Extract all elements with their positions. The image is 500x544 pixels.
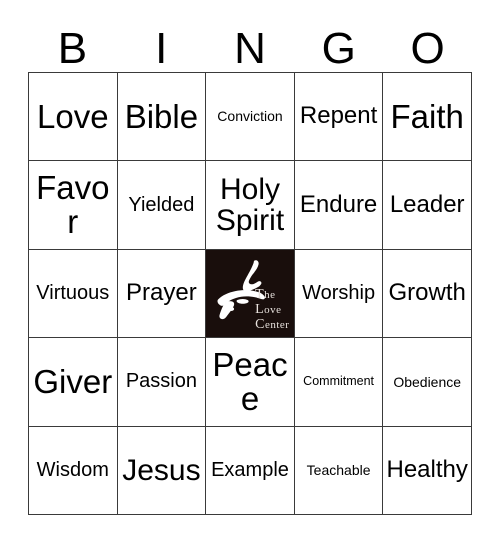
bingo-cell[interactable]: Prayer <box>117 249 207 339</box>
bingo-cell-label: Favor <box>36 168 110 241</box>
bingo-cell-label: Endure <box>299 190 378 218</box>
bingo-cell[interactable]: Bible <box>117 73 207 162</box>
bingo-cell-label: Worship <box>302 282 376 305</box>
bingo-cell[interactable]: Wisdom <box>29 426 118 515</box>
bingo-cell[interactable]: Healthy <box>383 426 472 515</box>
bingo-cell[interactable]: Love <box>29 73 118 162</box>
bingo-cell[interactable]: Obedience <box>383 338 472 427</box>
bingo-card: B I N G O Love Bible Conviction Repent F… <box>0 0 500 544</box>
bingo-cell[interactable]: Worship <box>294 249 384 339</box>
bingo-cell-label: Love <box>37 97 109 135</box>
bingo-cell[interactable]: Peace <box>206 338 295 427</box>
bingo-cell[interactable]: Yielded <box>117 161 207 250</box>
bingo-cell-label: Conviction <box>217 108 283 125</box>
wordmark-line-love: Love <box>255 301 282 317</box>
wordmark-line-center: Center <box>255 316 290 332</box>
bingo-cell-label: Wisdom <box>36 458 109 481</box>
bingo-header-letter-b: B <box>57 24 88 73</box>
bingo-grid: Love Bible Conviction Repent Faith Favor… <box>28 72 472 515</box>
bingo-cell-label: Commitment <box>303 374 375 389</box>
bingo-cell[interactable]: Endure <box>294 161 384 250</box>
bingo-cell-label: Growth <box>388 279 466 307</box>
bingo-header-letter-i: I <box>155 24 168 73</box>
bingo-cell[interactable]: Example <box>206 426 295 515</box>
bingo-header-row: B I N G O <box>28 14 472 72</box>
bingo-free-space-cell[interactable]: The Love Center <box>206 249 295 339</box>
bingo-cell-label: Teachable <box>306 462 371 479</box>
bingo-header-letter-n: N <box>234 24 266 73</box>
bingo-cell-label: Yielded <box>128 193 195 216</box>
bingo-cell-label: Healthy <box>386 455 468 483</box>
bingo-cell-label: Prayer <box>126 279 197 307</box>
love-center-wordmark: The Love Center <box>255 287 289 332</box>
bingo-cell[interactable]: Repent <box>294 73 384 162</box>
bingo-cell-label: Virtuous <box>36 282 110 305</box>
bingo-cell[interactable]: Growth <box>383 249 472 339</box>
bingo-cell-label: Peace <box>212 345 288 417</box>
bingo-cell[interactable]: Faith <box>383 73 472 162</box>
bingo-cell[interactable]: Passion <box>117 338 207 427</box>
bingo-cell-label: Obedience <box>393 373 462 390</box>
bingo-cell-label: Faith <box>390 97 464 135</box>
bingo-cell[interactable]: Teachable <box>294 426 384 515</box>
wordmark-line-the: The <box>255 286 276 302</box>
bingo-cell-label: Repent <box>299 102 378 130</box>
bingo-cell-label: Holy Spirit <box>215 172 285 238</box>
bingo-cell[interactable]: Holy Spirit <box>206 161 295 250</box>
bingo-cell-label: Bible <box>124 97 199 135</box>
bingo-cell[interactable]: Favor <box>29 161 118 250</box>
bingo-header-letter-o: O <box>410 24 445 73</box>
bingo-cell-label: Jesus <box>122 453 201 487</box>
bingo-cell[interactable]: Virtuous <box>29 249 118 339</box>
bingo-header-letter-g: G <box>321 24 356 73</box>
bingo-cell[interactable]: Giver <box>29 338 118 427</box>
bingo-cell-label: Giver <box>33 362 113 400</box>
bingo-cell[interactable]: Jesus <box>117 426 207 515</box>
bingo-cell[interactable]: Leader <box>383 161 472 250</box>
bingo-cell-label: Example <box>211 458 289 481</box>
bingo-cell-label: Passion <box>125 370 197 393</box>
the-love-center-logo: The Love Center <box>206 249 294 338</box>
bingo-cell[interactable]: Commitment <box>294 338 384 427</box>
bingo-cell-label: Leader <box>389 190 465 218</box>
bingo-cell[interactable]: Conviction <box>206 73 295 162</box>
